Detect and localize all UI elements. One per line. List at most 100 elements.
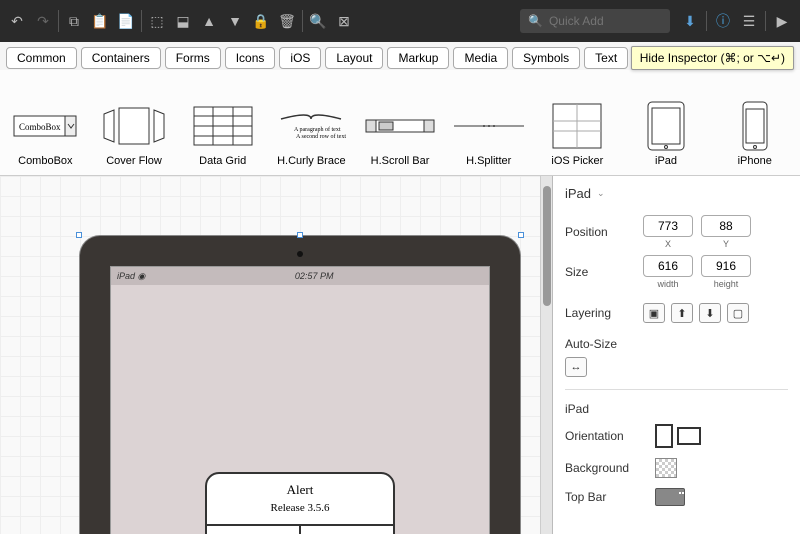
- position-y-input[interactable]: [701, 215, 751, 237]
- alert-message: Release 3.5.6: [271, 500, 330, 524]
- position-label: Position: [565, 225, 643, 239]
- size-height-input[interactable]: [701, 255, 751, 277]
- widget-label: iPhone: [738, 155, 772, 167]
- zoom-icon[interactable]: 🔍: [309, 12, 327, 30]
- autosize-horizontal-button[interactable]: ↔: [565, 357, 587, 377]
- statusbar-time: 02:57 PM: [295, 271, 334, 281]
- ipad-element[interactable]: iPad ◉ 02:57 PM Alert Release 3.5.6 No Y…: [80, 236, 520, 534]
- widget-label: iPad: [655, 155, 677, 167]
- tab-icons[interactable]: Icons: [225, 47, 276, 69]
- search-icon: 🔍: [528, 14, 543, 28]
- widget-label: iOS Picker: [551, 155, 603, 167]
- top-toolbar: ↶ ↷ ⧉ 📋 📄 ⬚ ⬓ ▲ ▼ 🔒 🗑 🔍 ⊠ 🔍 ⬇ ⓘ ☰ ▶: [0, 0, 800, 42]
- statusbar-device: iPad: [117, 271, 135, 281]
- divider: [141, 10, 142, 32]
- tab-ios[interactable]: iOS: [279, 47, 321, 69]
- category-tabs: Common Containers Forms Icons iOS Layout…: [0, 42, 800, 70]
- svg-text:ComboBox: ComboBox: [19, 122, 61, 132]
- autosize-label: Auto-Size: [565, 337, 643, 351]
- widget-label: H.Scroll Bar: [371, 155, 430, 167]
- lock-icon[interactable]: 🔒: [252, 12, 270, 30]
- divider: [302, 10, 303, 32]
- alert-no-button[interactable]: No: [207, 526, 301, 534]
- layering-label: Layering: [565, 306, 643, 320]
- widget-hscrollbar[interactable]: H.Scroll Bar: [359, 101, 442, 167]
- undo-icon[interactable]: ↶: [8, 12, 26, 30]
- send-backward-button[interactable]: ⬇: [699, 303, 721, 323]
- inspector-title[interactable]: iPad ⌄: [565, 186, 788, 201]
- bring-front-button[interactable]: ▣: [643, 303, 665, 323]
- alert-yes-button[interactable]: Yes: [301, 526, 393, 534]
- tab-symbols[interactable]: Symbols: [512, 47, 580, 69]
- chevron-down-icon: ⌄: [597, 188, 605, 199]
- topbar-label: Top Bar: [565, 490, 655, 504]
- size-label: Size: [565, 265, 643, 279]
- autosize-row: Auto-Size ↔: [565, 337, 788, 377]
- ungroup-icon[interactable]: ⬓: [174, 12, 192, 30]
- y-sublabel: Y: [723, 239, 729, 249]
- widget-hsplitter[interactable]: H.Splitter: [447, 101, 530, 167]
- topbar-swatch[interactable]: [655, 488, 685, 506]
- ipad-screen: iPad ◉ 02:57 PM Alert Release 3.5.6 No Y…: [110, 266, 490, 534]
- widget-coverflow[interactable]: Cover Flow: [93, 101, 176, 167]
- trash-icon[interactable]: 🗑: [278, 12, 296, 30]
- svg-text:A second row of text: A second row of text: [296, 133, 346, 140]
- tab-text[interactable]: Text: [584, 47, 628, 69]
- x-sublabel: X: [665, 239, 671, 249]
- bring-forward-icon[interactable]: ▲: [200, 12, 218, 30]
- widget-hcurlybrace[interactable]: A paragraph of textA second row of text …: [270, 101, 353, 167]
- inspector-panel: iPad ⌄ Position X Y Size width: [552, 176, 800, 534]
- resize-handle[interactable]: [518, 232, 524, 238]
- right-icons: ⬇ ⓘ ☰ ▶: [680, 11, 792, 31]
- background-row: Background: [565, 458, 788, 478]
- send-back-icon[interactable]: ▼: [226, 12, 244, 30]
- send-back-button[interactable]: ▢: [727, 303, 749, 323]
- panel-icon[interactable]: ☰: [739, 11, 759, 31]
- present-icon[interactable]: ▶: [772, 11, 792, 31]
- canvas-scrollbar[interactable]: [540, 176, 552, 534]
- height-sublabel: height: [714, 279, 739, 289]
- widget-label: Cover Flow: [106, 155, 162, 167]
- clipboard-icon[interactable]: 📄: [117, 12, 135, 30]
- position-row: Position X Y: [565, 215, 788, 249]
- orientation-portrait-button[interactable]: [655, 424, 673, 448]
- widget-iospicker[interactable]: iOS Picker: [536, 101, 619, 167]
- tab-forms[interactable]: Forms: [165, 47, 221, 69]
- orientation-landscape-button[interactable]: [677, 427, 701, 445]
- history-group: ↶ ↷: [8, 12, 52, 30]
- widget-ipad[interactable]: iPad: [625, 101, 708, 167]
- position-x-input[interactable]: [643, 215, 693, 237]
- info-icon[interactable]: ⓘ: [713, 11, 733, 31]
- search-input[interactable]: [549, 14, 639, 28]
- fit-icon[interactable]: ⊠: [335, 12, 353, 30]
- widget-label: H.Splitter: [466, 155, 511, 167]
- widget-label: Data Grid: [199, 155, 246, 167]
- resize-handle[interactable]: [297, 232, 303, 238]
- copy-icon[interactable]: ⧉: [65, 12, 83, 30]
- quick-add-search[interactable]: 🔍: [520, 9, 670, 33]
- tab-markup[interactable]: Markup: [387, 47, 449, 69]
- alert-title: Alert: [287, 474, 314, 500]
- tab-containers[interactable]: Containers: [81, 47, 161, 69]
- inspector-title-text: iPad: [565, 186, 591, 201]
- import-icon[interactable]: ⬇: [680, 11, 700, 31]
- widget-label: H.Curly Brace: [277, 155, 345, 167]
- tab-common[interactable]: Common: [6, 47, 77, 69]
- widget-iphone[interactable]: iPhone: [713, 101, 796, 167]
- paste-icon[interactable]: 📋: [91, 12, 109, 30]
- canvas[interactable]: iPad ◉ 02:57 PM Alert Release 3.5.6 No Y…: [0, 176, 540, 534]
- widget-datagrid[interactable]: Data Grid: [181, 101, 264, 167]
- scrollbar-thumb[interactable]: [543, 186, 551, 306]
- resize-handle[interactable]: [76, 232, 82, 238]
- background-swatch[interactable]: [655, 458, 677, 478]
- bring-forward-button[interactable]: ⬆: [671, 303, 693, 323]
- tab-media[interactable]: Media: [453, 47, 508, 69]
- tab-layout[interactable]: Layout: [325, 47, 383, 69]
- group-icon[interactable]: ⬚: [148, 12, 166, 30]
- widget-combobox[interactable]: ComboBox ComboBox: [4, 101, 87, 167]
- size-row: Size width height: [565, 255, 788, 289]
- orientation-row: Orientation: [565, 424, 788, 448]
- alert-dialog[interactable]: Alert Release 3.5.6 No Yes: [205, 472, 395, 534]
- redo-icon[interactable]: ↷: [34, 12, 52, 30]
- size-width-input[interactable]: [643, 255, 693, 277]
